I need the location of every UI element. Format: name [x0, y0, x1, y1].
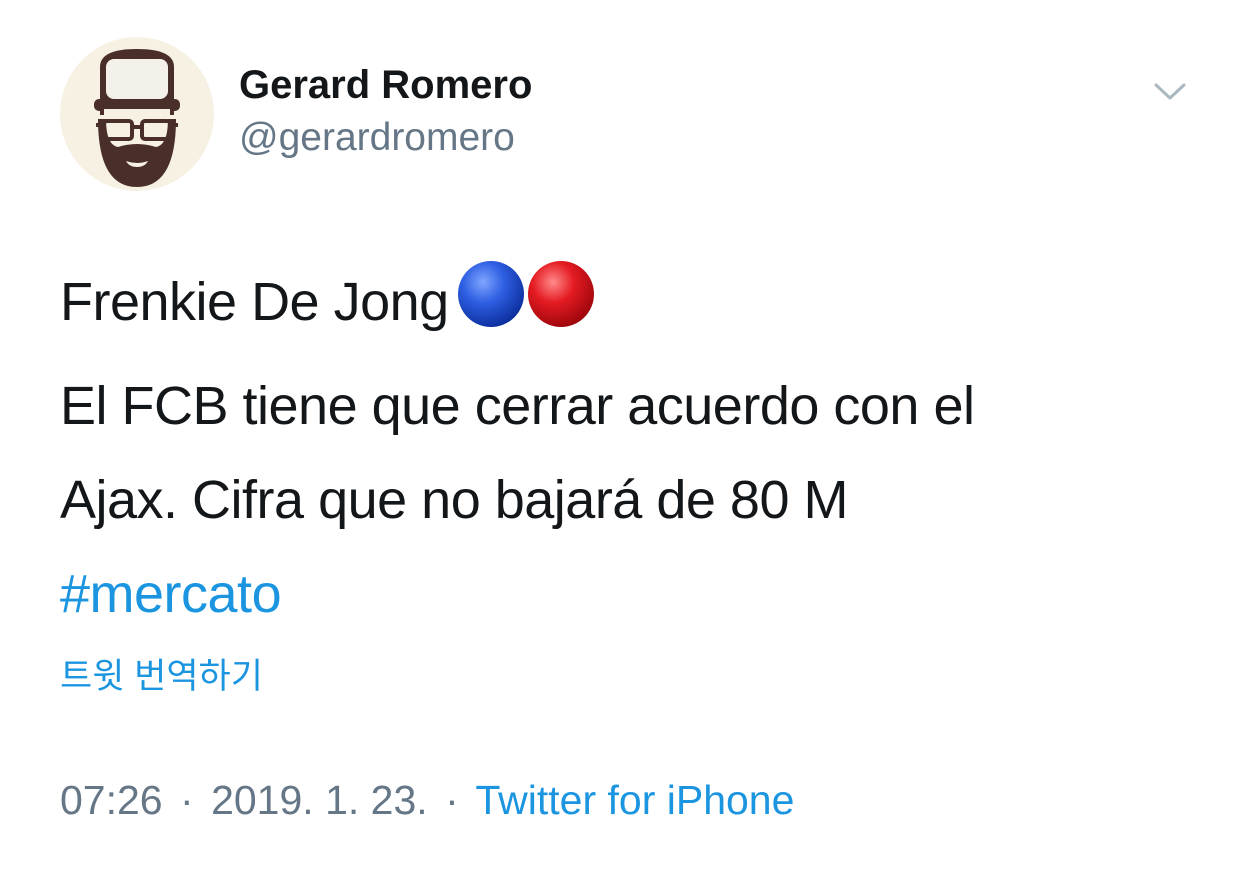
hashtag-link[interactable]: #mercato [60, 564, 282, 624]
tweet-meta: 07:26 · 2019. 1. 23. · Twitter for iPhon… [60, 775, 794, 825]
translate-tweet-link[interactable]: 트윗 번역하기 [60, 655, 263, 699]
tweet-date: 2019. 1. 23. [211, 777, 428, 823]
tweet-line-1-text: Frenkie De Jong [60, 272, 449, 332]
tweet-source-link[interactable]: Twitter for iPhone [475, 777, 794, 823]
tweet-text: Frenkie De Jong El FCB tiene que cerrar … [60, 255, 1190, 641]
meta-separator: · [180, 777, 194, 823]
author-display-name[interactable]: Gerard Romero [239, 62, 532, 108]
emoji-group [455, 258, 597, 359]
tweet-line-3: Ajax. Cifra que no bajará de 80 M [60, 470, 848, 530]
blue-circle-icon [457, 261, 524, 327]
tweet-time: 07:26 [60, 777, 163, 823]
bearded-man-icon [94, 49, 180, 187]
tweet-line-1: Frenkie De Jong [60, 255, 1190, 359]
chevron-down-icon [1154, 83, 1186, 100]
tweet-line-2: El FCB tiene que cerrar acuerdo con el [60, 376, 975, 436]
tweet-menu-button[interactable] [1150, 76, 1190, 106]
author-handle[interactable]: @gerardromero [239, 115, 515, 161]
red-circle-icon [527, 261, 594, 327]
meta-separator: · [445, 777, 459, 823]
avatar[interactable] [60, 37, 214, 191]
tweet-line-4: #mercato [60, 547, 1190, 641]
